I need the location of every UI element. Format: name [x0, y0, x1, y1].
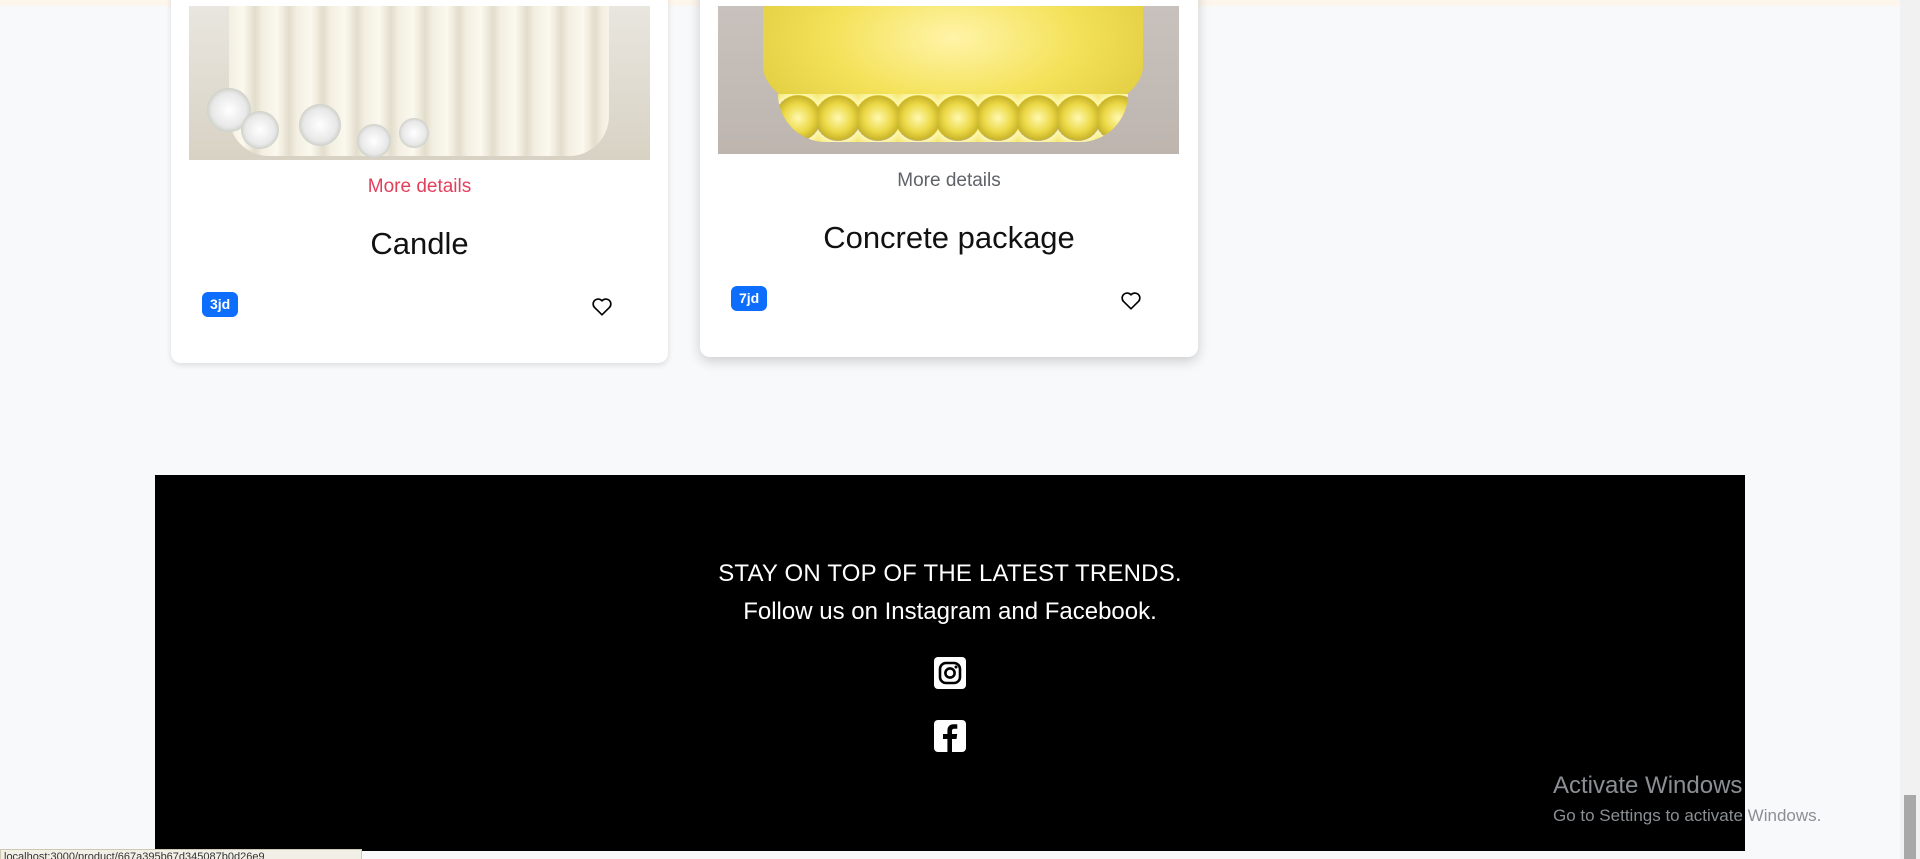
product-image-concrete-package[interactable]: [718, 6, 1179, 154]
flower-decoration: [399, 118, 429, 148]
instagram-icon[interactable]: [933, 656, 967, 690]
activate-windows-watermark: Activate Windows Go to Settings to activ…: [1553, 772, 1821, 826]
flower-decoration: [357, 124, 391, 158]
product-title: Concrete package: [823, 220, 1075, 255]
footer-subheading: Follow us on Instagram and Facebook.: [743, 598, 1157, 625]
product-card-candle[interactable]: More details Candle 3jd: [171, 0, 668, 363]
footer-heading: STAY ON TOP OF THE LATEST TRENDS.: [718, 560, 1182, 587]
price-badge: 7jd: [731, 286, 768, 311]
flower-decoration: [299, 104, 341, 146]
product-card-concrete-package[interactable]: More details Concrete package 7jd: [700, 0, 1198, 357]
heart-icon[interactable]: [591, 296, 613, 318]
browser-status-url: localhost:3000/product/667a395b67d345087…: [0, 849, 362, 859]
price-badge: 3jd: [202, 292, 239, 317]
site-footer: STAY ON TOP OF THE LATEST TRENDS. Follow…: [155, 475, 1745, 851]
product-image-candle[interactable]: [189, 6, 650, 160]
watermark-subtitle: Go to Settings to activate Windows.: [1553, 806, 1822, 825]
facebook-icon[interactable]: [933, 719, 967, 753]
product-title: Candle: [370, 226, 469, 261]
vertical-scrollbar[interactable]: [1900, 0, 1920, 859]
more-details-link[interactable]: More details: [171, 176, 668, 198]
dish-rim-shape: [778, 94, 1128, 142]
flower-decoration: [241, 111, 279, 149]
watermark-title: Activate Windows: [1553, 772, 1743, 799]
scrollbar-thumb[interactable]: [1904, 795, 1916, 859]
heart-icon[interactable]: [1120, 290, 1142, 312]
more-details-link[interactable]: More details: [700, 170, 1198, 192]
